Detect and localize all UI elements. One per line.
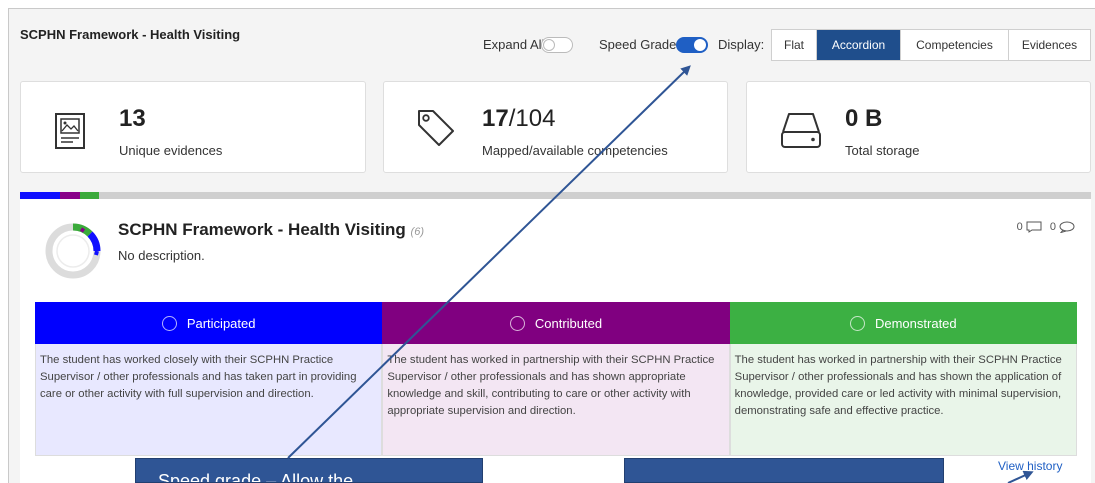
framework-description: No description. [118, 248, 205, 263]
grade-progress-bar [20, 192, 1091, 199]
grade-demonstrated[interactable]: Demonstrated The student has worked in p… [729, 302, 1077, 456]
stat-number: 0 B [845, 105, 883, 132]
display-label: Display: [718, 37, 765, 52]
framework-panel: SCPHN Framework - Health Visiting (6) No… [20, 199, 1091, 483]
framework-title: SCPHN Framework - Health Visiting (6) [118, 220, 424, 240]
display-mode-selector: Flat Accordion Competencies Evidences [771, 29, 1091, 61]
history-callout [624, 458, 944, 483]
toggle-knob [543, 39, 555, 51]
grade-contributed[interactable]: Contributed The student has worked in pa… [382, 302, 730, 456]
competencies-card: 17/104 Mapped/available competencies [383, 81, 728, 173]
stat-number: 17 [482, 105, 509, 132]
total-storage-card: 0 B Total storage [746, 81, 1091, 173]
view-history-link[interactable]: View history [998, 459, 1062, 473]
speed-grade-options: Participated The student has worked clos… [35, 302, 1077, 456]
evidence-icon [55, 113, 85, 149]
speed-grade-label: Speed Grade: [599, 37, 680, 52]
page-title: SCPHN Framework - Health Visiting [20, 27, 241, 42]
comments-count[interactable]: 0 [1049, 221, 1075, 234]
grade-description: The student has worked in partnership wi… [382, 344, 730, 456]
speed-grade-toggle[interactable] [676, 37, 708, 53]
framework-name: SCPHN Framework - Health Visiting [118, 220, 406, 239]
progress-demonstrated [80, 192, 99, 199]
toggle-knob [694, 39, 706, 51]
grade-label: Contributed [534, 315, 603, 331]
grade-contributed-header[interactable]: Contributed [382, 302, 730, 344]
comment-icon [1059, 221, 1075, 234]
expand-all-label: Expand All: [483, 37, 549, 52]
radio-icon[interactable] [849, 315, 865, 331]
stat-value: 17/104 [482, 105, 555, 133]
stat-value: 13 [119, 105, 146, 133]
files-count-value: 0 [1016, 221, 1023, 233]
framework-count: (6) [410, 226, 424, 238]
display-accordion-button[interactable]: Accordion [817, 30, 901, 60]
activity-counts: 0 0 [1016, 221, 1075, 234]
display-competencies-button[interactable]: Competencies [901, 30, 1009, 60]
stat-value: 0 B [845, 105, 882, 133]
grade-description: The student has worked closely with thei… [35, 344, 383, 456]
stat-number: 13 [119, 105, 146, 132]
display-flat-button[interactable]: Flat [772, 30, 817, 60]
grade-label: Demonstrated [874, 315, 957, 331]
radio-icon[interactable] [509, 315, 525, 331]
grade-label: Participated [186, 315, 256, 331]
tag-icon [418, 110, 454, 146]
progress-participated [20, 192, 60, 199]
expand-all-toggle[interactable] [541, 37, 573, 53]
radio-icon[interactable] [161, 315, 177, 331]
progress-contributed [60, 192, 80, 199]
unique-evidences-card: 13 Unique evidences [20, 81, 366, 173]
speed-grade-callout: Speed grade – Allow the [135, 458, 483, 483]
stat-total: /104 [508, 105, 556, 132]
file-icon [1026, 221, 1042, 234]
grade-demonstrated-header[interactable]: Demonstrated [729, 302, 1077, 344]
display-evidences-button[interactable]: Evidences [1009, 30, 1090, 60]
stat-label: Mapped/available competencies [482, 143, 668, 158]
stat-label: Unique evidences [119, 143, 223, 158]
hard-drive-icon [781, 113, 821, 148]
grade-participated-header[interactable]: Participated [35, 302, 383, 344]
grade-description: The student has worked in partnership wi… [729, 344, 1077, 456]
progress-donut-icon[interactable] [43, 221, 103, 281]
grade-participated[interactable]: Participated The student has worked clos… [35, 302, 383, 456]
files-count[interactable]: 0 [1016, 221, 1042, 234]
comments-count-value: 0 [1049, 221, 1056, 233]
stat-label: Total storage [845, 143, 920, 158]
